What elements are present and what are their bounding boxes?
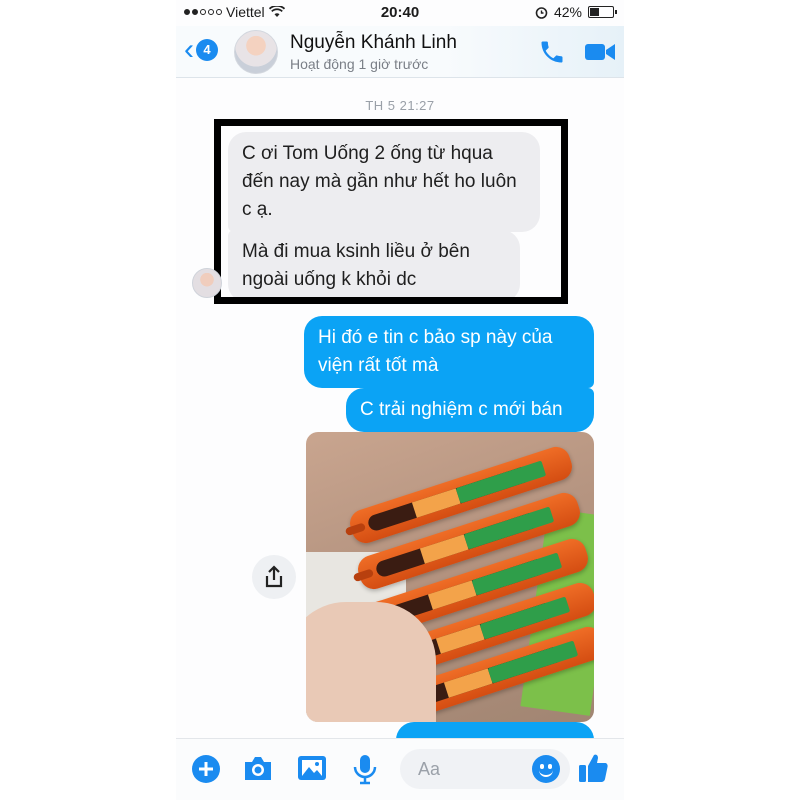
contact-active-status: Hoạt động 1 giờ trước <box>290 56 429 72</box>
photo-message[interactable] <box>306 432 594 722</box>
outgoing-message[interactable]: Hi đó e tin c bảo sp này của viện rất tố… <box>304 316 594 388</box>
contact-name[interactable]: Nguyễn Khánh Linh <box>290 32 457 54</box>
emoji-icon[interactable] <box>532 755 560 783</box>
outgoing-message[interactable]: C trải nghiệm c mới bán <box>346 388 594 432</box>
chat-header: ‹ 4 Nguyễn Khánh Linh Hoạt động 1 giờ tr… <box>176 26 624 78</box>
image-icon[interactable] <box>296 753 328 783</box>
share-icon <box>265 565 283 588</box>
microphone-icon[interactable] <box>352 753 378 785</box>
message-input[interactable]: Aa <box>400 749 570 789</box>
chevron-left-icon: ‹ <box>184 33 194 66</box>
message-input-placeholder: Aa <box>418 759 441 779</box>
sender-avatar <box>192 268 222 298</box>
message-composer: Aa <box>176 738 624 800</box>
share-button[interactable] <box>252 555 296 599</box>
messenger-screen: Viettel 20:40 42% ‹ 4 Nguyễn Khánh Linh … <box>176 0 624 800</box>
contact-avatar[interactable] <box>234 30 278 74</box>
status-right: 42% <box>535 4 617 20</box>
back-button[interactable]: ‹ 4 <box>184 33 218 66</box>
camera-icon[interactable] <box>242 753 274 783</box>
status-bar: Viettel 20:40 42% <box>176 0 624 26</box>
thumbs-up-icon[interactable] <box>576 751 610 785</box>
phone-icon[interactable] <box>538 38 566 66</box>
message-timestamp: TH 5 21:27 <box>365 98 435 113</box>
video-camera-icon[interactable] <box>584 38 616 66</box>
plus-icon[interactable] <box>190 753 222 785</box>
highlight-frame <box>214 119 568 304</box>
battery-fill <box>590 8 599 16</box>
alarm-icon <box>535 6 548 19</box>
unread-count-badge: 4 <box>196 39 218 61</box>
battery-percent: 42% <box>553 4 582 20</box>
photo-hand <box>306 602 436 722</box>
battery-icon <box>588 6 617 18</box>
